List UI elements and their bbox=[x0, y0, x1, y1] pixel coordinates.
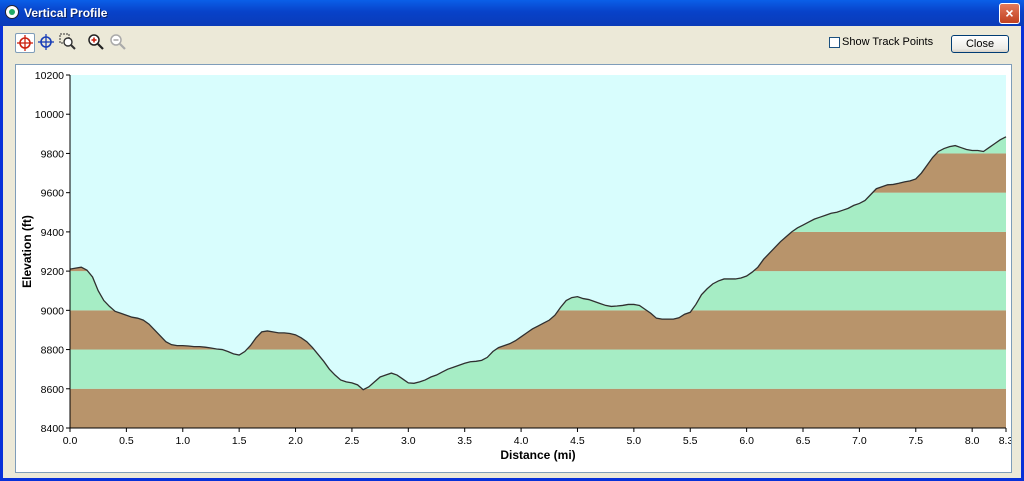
y-tick-label: 8600 bbox=[41, 384, 65, 396]
y-tick-label: 10000 bbox=[35, 109, 64, 121]
zoom-in-icon[interactable] bbox=[87, 33, 107, 53]
show-track-points-checkbox[interactable] bbox=[829, 37, 840, 48]
x-axis-label: Distance (mi) bbox=[500, 448, 575, 462]
x-tick-label: 7.0 bbox=[852, 435, 867, 447]
x-tick-label: 4.0 bbox=[514, 435, 529, 447]
show-track-points-label: Show Track Points bbox=[842, 36, 934, 48]
zoom-out-icon[interactable] bbox=[109, 33, 129, 53]
y-tick-label: 9000 bbox=[41, 305, 65, 317]
y-tick-label: 10200 bbox=[35, 70, 64, 82]
elevation-chart: 8400 8600 8800 9000 9200 9400 9600 9800 10000 102… bbox=[20, 70, 1013, 462]
plot-frame: 8400 8600 8800 9000 9200 9400 9600 9800 10000 102… bbox=[15, 64, 1013, 473]
window-close-button[interactable]: × bbox=[999, 3, 1020, 24]
x-tick-label: 2.5 bbox=[345, 435, 360, 447]
x-tick-label: 6.0 bbox=[739, 435, 754, 447]
zoom-box-icon[interactable] bbox=[59, 33, 79, 53]
crosshair-move-icon[interactable] bbox=[37, 33, 57, 53]
x-tick-label: 3.0 bbox=[401, 435, 416, 447]
close-button[interactable]: Close bbox=[951, 35, 1009, 53]
x-tick-label: 4.5 bbox=[570, 435, 585, 447]
x-tick-label: 7.5 bbox=[908, 435, 923, 447]
x-tick-label: 1.0 bbox=[175, 435, 190, 447]
x-tick-label: 0.0 bbox=[63, 435, 78, 447]
elevation-band bbox=[70, 349, 1006, 389]
y-tick-label: 9600 bbox=[41, 188, 65, 200]
title-bar[interactable]: Vertical Profile × bbox=[0, 0, 1024, 26]
x-tick-label: 8.3 bbox=[999, 435, 1011, 447]
elevation-band bbox=[70, 388, 1006, 428]
window-title: Vertical Profile bbox=[24, 6, 108, 20]
y-tick-label: 9800 bbox=[41, 148, 65, 160]
y-tick-label: 9400 bbox=[41, 227, 65, 239]
toolbar: Show Track Points Close bbox=[3, 26, 1021, 60]
x-tick-label: 3.5 bbox=[457, 435, 472, 447]
x-tick-label: 0.5 bbox=[119, 435, 134, 447]
x-tick-label: 5.0 bbox=[627, 435, 642, 447]
crosshair-select-icon[interactable] bbox=[15, 33, 35, 53]
app-icon bbox=[5, 5, 19, 19]
x-tick-label: 8.0 bbox=[965, 435, 980, 447]
y-tick-label: 9200 bbox=[41, 266, 65, 278]
x-tick-label: 5.5 bbox=[683, 435, 698, 447]
y-axis-label: Elevation (ft) bbox=[20, 215, 34, 288]
x-tick-label: 2.0 bbox=[288, 435, 303, 447]
y-tick-label: 8800 bbox=[41, 345, 65, 357]
x-tick-label: 6.5 bbox=[796, 435, 811, 447]
vertical-profile-window: Vertical Profile × Show Track Points Clo… bbox=[0, 0, 1024, 481]
x-tick-label: 1.5 bbox=[232, 435, 247, 447]
y-tick-label: 8400 bbox=[41, 423, 65, 435]
